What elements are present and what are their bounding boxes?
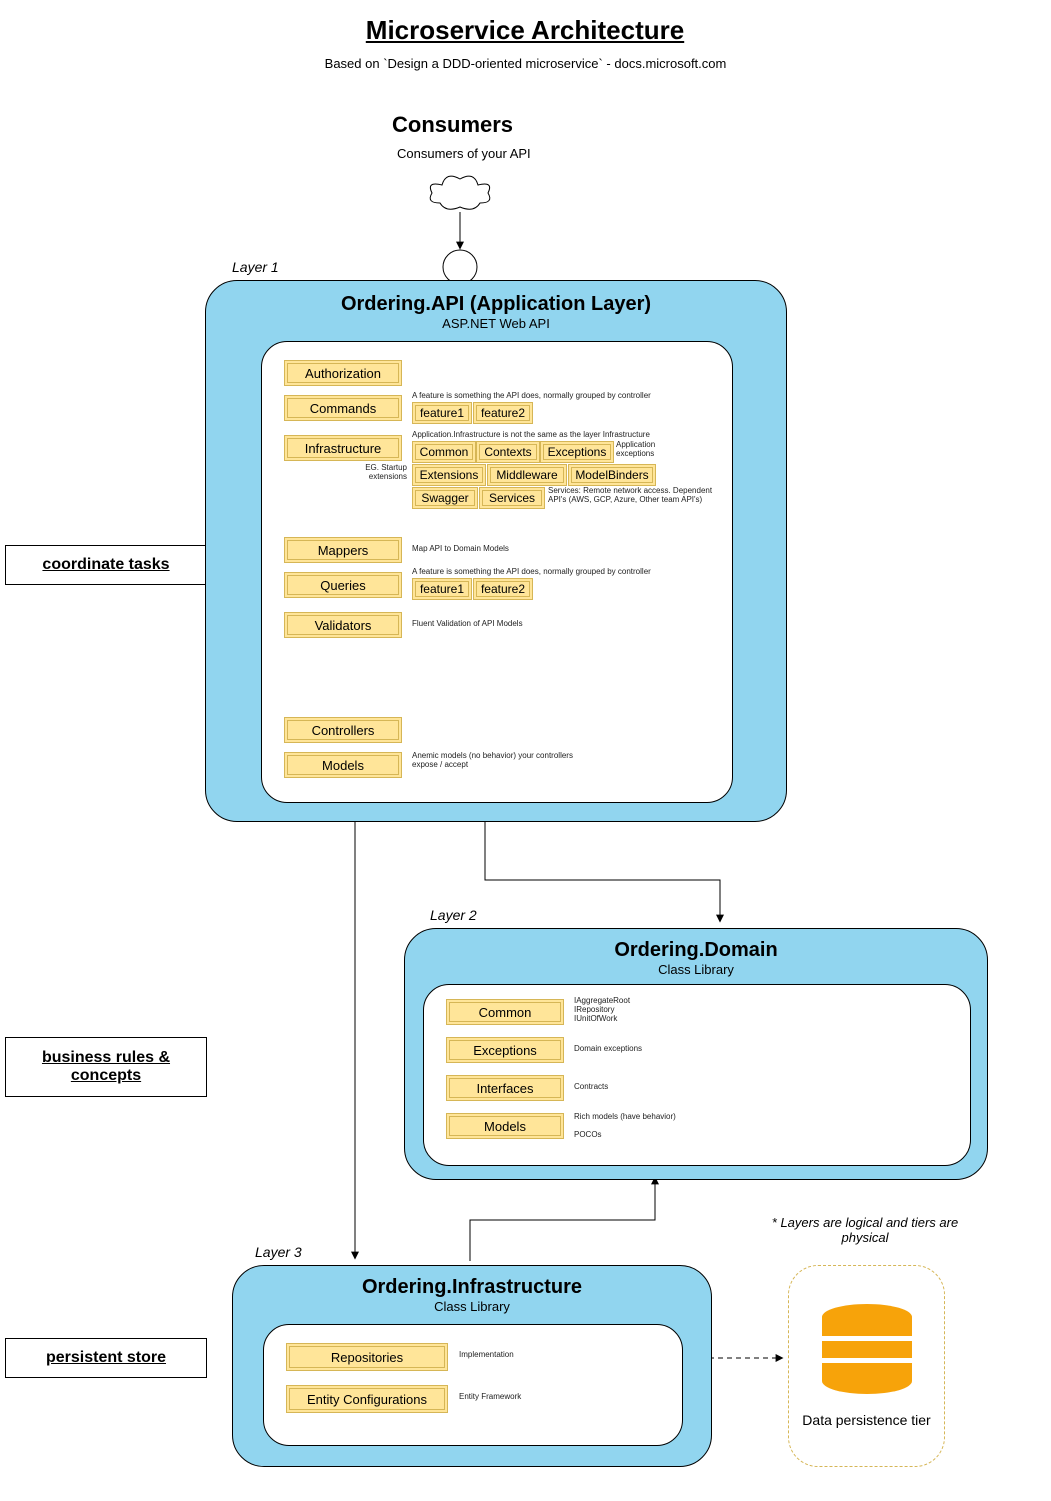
layer2-box: Ordering.Domain Class Library Common IAg… [404,928,988,1180]
note-l2-exc: Domain exceptions [574,1045,734,1054]
pill-infrastructure: Infrastructure [284,435,402,461]
chip-inf-services: Services [479,487,545,509]
note-infra-services: Services: Remote network access. Depende… [548,487,728,505]
note-mappers: Map API to Domain Models [412,545,612,554]
main-title: Microservice Architecture [265,15,785,46]
datastore-box: Data persistence tier [788,1265,945,1467]
note-l2-int: Contracts [574,1083,734,1092]
pill-l2-common: Common [446,999,564,1025]
diagram-canvas: Microservice Architecture Based on `Desi… [0,0,1051,1501]
layer3-title: Ordering.Infrastructure [233,1276,711,1299]
layer1-title: Ordering.API (Application Layer) [206,293,786,316]
note-queries: A feature is something the API does, nor… [412,568,672,577]
layer1-label: Layer 1 [232,259,279,275]
note-commands: A feature is something the API does, nor… [412,392,672,401]
note-models: Anemic models (no behavior) your control… [412,752,592,770]
layer1-box: Ordering.API (Application Layer) ASP.NET… [205,280,787,822]
layer2-sub: Class Library [405,962,987,977]
layer2-label: Layer 2 [430,907,477,923]
pill-authorization: Authorization [284,360,402,386]
layer1-sub: ASP.NET Web API [206,316,786,331]
datastore-caption: Data persistence tier [802,1412,930,1428]
consumers-heading: Consumers [392,112,513,138]
layer2-inner: Common IAggregateRoot IRepository IUnitO… [423,984,971,1166]
note-l2-common: IAggregateRoot IRepository IUnitOfWork [574,997,734,1023]
pill-queries: Queries [284,572,402,598]
layer3-inner: Repositories Implementation Entity Confi… [263,1324,683,1446]
pill-l2-models: Models [446,1113,564,1139]
pill-controllers: Controllers [284,717,402,743]
pill-commands: Commands [284,395,402,421]
note-infra-left: EG. Startup extensions [337,464,407,482]
note-l2-models: Rich models (have behavior) POCOs [574,1113,774,1139]
layer3-box: Ordering.Infrastructure Class Library Re… [232,1265,712,1467]
layer3-sub: Class Library [233,1299,711,1314]
chip-cmd-f1: feature1 [412,402,472,424]
note-l3-repos: Implementation [459,1351,619,1360]
chip-inf-middleware: Middleware [487,464,567,486]
chip-inf-exceptions: Exceptions [540,441,614,463]
side-store: persistent store [5,1338,207,1378]
chip-cmd-f2: feature2 [473,402,533,424]
pill-l3-repos: Repositories [286,1343,448,1371]
chip-inf-common: Common [412,441,476,463]
pill-l2-exceptions: Exceptions [446,1037,564,1063]
pill-mappers: Mappers [284,537,402,563]
note-infra-appexc: Application exceptions [616,441,676,459]
consumers-sub: Consumers of your API [397,146,531,161]
subtitle: Based on `Design a DDD-oriented microser… [248,56,803,71]
chip-q-f2: feature2 [473,578,533,600]
pill-l2-interfaces: Interfaces [446,1075,564,1101]
note-infra: Application.Infrastructure is not the sa… [412,431,692,440]
layer3-label: Layer 3 [255,1244,302,1260]
pill-validators: Validators [284,612,402,638]
note-l3-entity: Entity Framework [459,1393,619,1402]
layer2-title: Ordering.Domain [405,939,987,962]
chip-inf-extensions: Extensions [412,464,486,486]
chip-inf-modelbinders: ModelBinders [568,464,656,486]
side-business: business rules & concepts [5,1037,207,1097]
database-icon [822,1304,912,1394]
pill-l3-entity: Entity Configurations [286,1385,448,1413]
note-validators: Fluent Validation of API Models [412,620,612,629]
side-coordinate: coordinate tasks [5,545,207,585]
chip-inf-contexts: Contexts [476,441,540,463]
pill-models: Models [284,752,402,778]
footnote: * Layers are logical and tiers are physi… [770,1215,960,1245]
chip-inf-swagger: Swagger [412,487,478,509]
layer1-inner: Authorization Commands A feature is some… [261,341,733,803]
chip-q-f1: feature1 [412,578,472,600]
